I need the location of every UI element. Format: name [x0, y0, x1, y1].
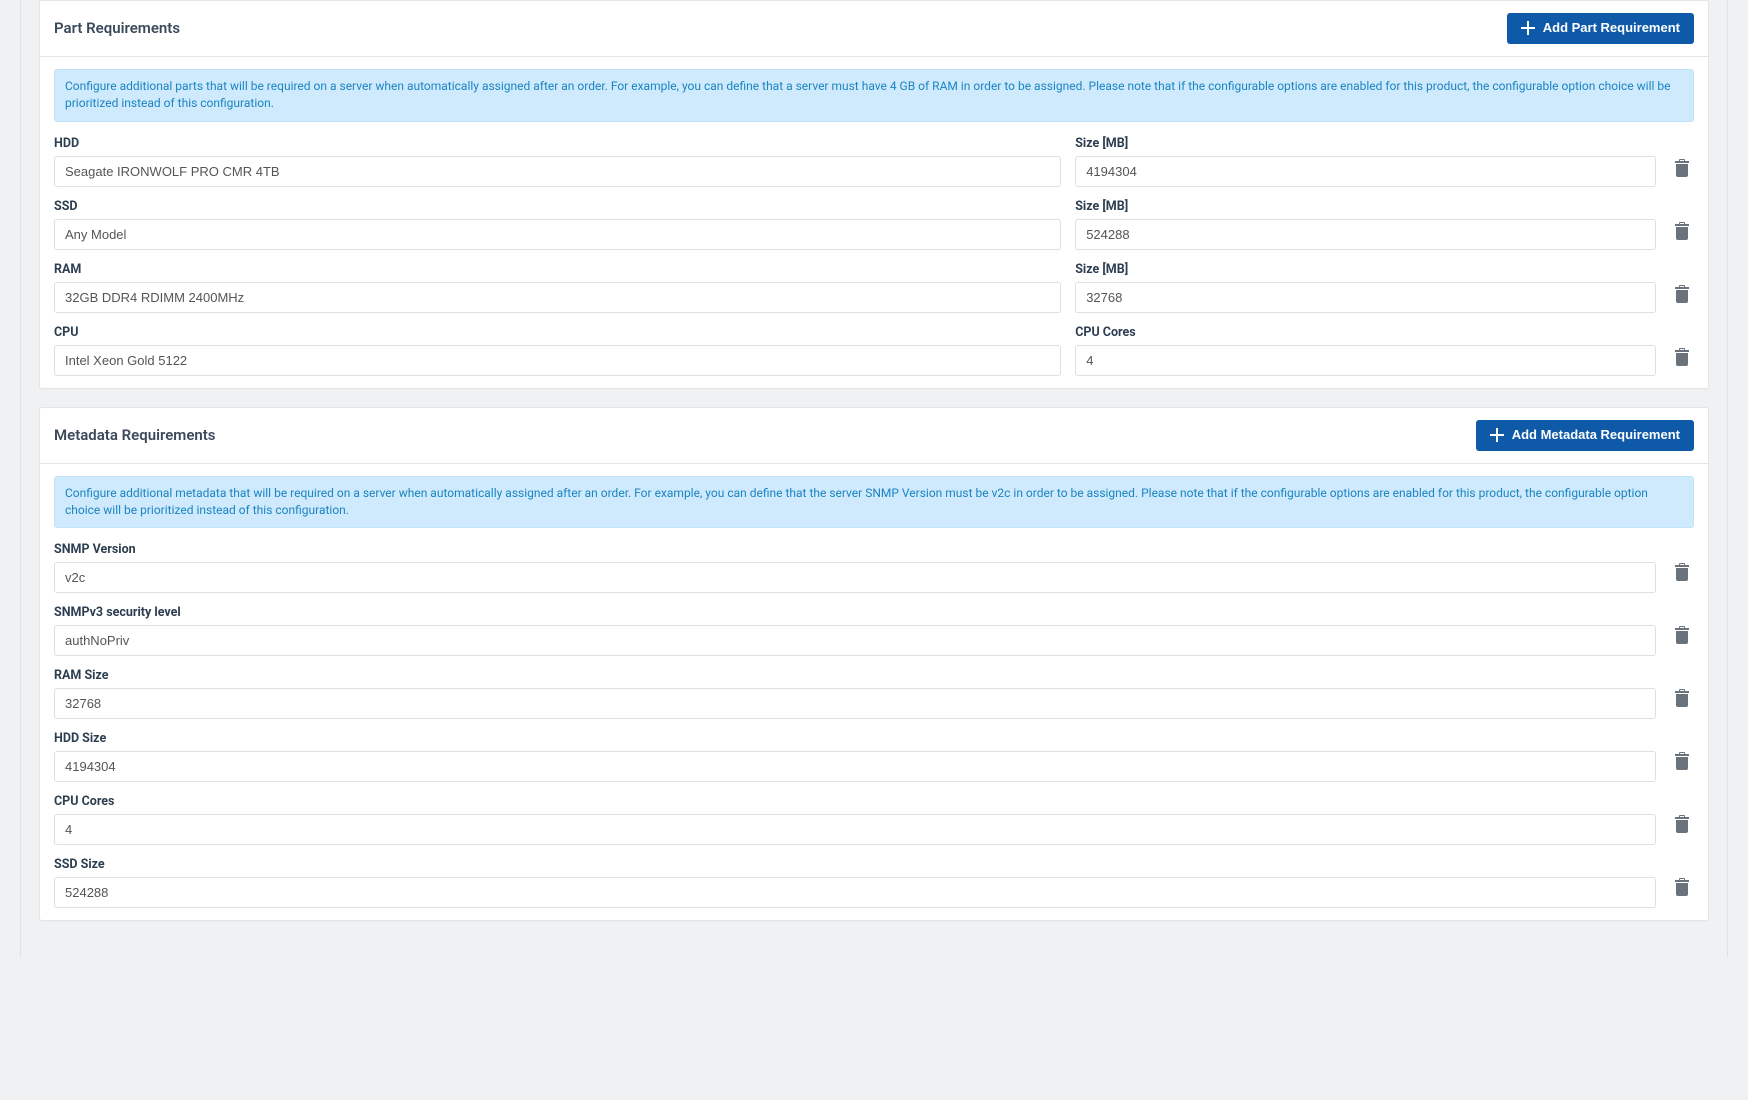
part-size-label: Size [MB]	[1075, 199, 1656, 214]
delete-metadata-button[interactable]	[1670, 748, 1694, 774]
part-row: SSD Size [MB]	[54, 199, 1694, 250]
trash-icon	[1674, 222, 1690, 240]
part-row: RAM Size [MB]	[54, 262, 1694, 313]
trash-icon	[1674, 285, 1690, 303]
metadata-label: HDD Size	[54, 731, 1656, 746]
metadata-input[interactable]	[54, 562, 1656, 593]
delete-metadata-button[interactable]	[1670, 811, 1694, 837]
metadata-input[interactable]	[54, 625, 1656, 656]
metadata-row: HDD Size	[54, 731, 1694, 782]
metadata-label: SNMPv3 security level	[54, 605, 1656, 620]
metadata-row: SSD Size	[54, 857, 1694, 908]
metadata-input[interactable]	[54, 814, 1656, 845]
part-requirements-panel: Part Requirements Add Part Requirement C…	[39, 0, 1709, 389]
metadata-label: CPU Cores	[54, 794, 1656, 809]
delete-part-button[interactable]	[1670, 218, 1694, 244]
metadata-label: SNMP Version	[54, 542, 1656, 557]
panel-header: Part Requirements Add Part Requirement	[40, 1, 1708, 57]
part-type-label: SSD	[54, 199, 1061, 214]
delete-part-button[interactable]	[1670, 281, 1694, 307]
metadata-requirements-panel: Metadata Requirements Add Metadata Requi…	[39, 407, 1709, 922]
metadata-row: RAM Size	[54, 668, 1694, 719]
part-type-label: HDD	[54, 136, 1061, 151]
part-info-box: Configure additional parts that will be …	[54, 69, 1694, 122]
metadata-row: CPU Cores	[54, 794, 1694, 845]
delete-metadata-button[interactable]	[1670, 874, 1694, 900]
delete-part-button[interactable]	[1670, 155, 1694, 181]
info-text: Configure additional parts that will be …	[65, 79, 1089, 93]
part-size-label: Size [MB]	[1075, 136, 1656, 151]
delete-metadata-button[interactable]	[1670, 685, 1694, 711]
trash-icon	[1674, 689, 1690, 707]
part-size-label: CPU Cores	[1075, 325, 1656, 340]
delete-part-button[interactable]	[1670, 344, 1694, 370]
metadata-input[interactable]	[54, 688, 1656, 719]
panel-title: Metadata Requirements	[54, 426, 216, 444]
add-metadata-requirement-button[interactable]: Add Metadata Requirement	[1476, 420, 1694, 451]
trash-icon	[1674, 815, 1690, 833]
metadata-input[interactable]	[54, 877, 1656, 908]
trash-icon	[1674, 626, 1690, 644]
delete-metadata-button[interactable]	[1670, 559, 1694, 585]
metadata-label: RAM Size	[54, 668, 1656, 683]
part-type-input[interactable]	[54, 345, 1061, 376]
part-type-input[interactable]	[54, 156, 1061, 187]
plus-icon	[1490, 428, 1504, 442]
metadata-row: SNMP Version	[54, 542, 1694, 593]
delete-metadata-button[interactable]	[1670, 622, 1694, 648]
part-row: CPU CPU Cores	[54, 325, 1694, 376]
metadata-row: SNMPv3 security level	[54, 605, 1694, 656]
trash-icon	[1674, 563, 1690, 581]
part-size-input[interactable]	[1075, 345, 1656, 376]
panel-title: Part Requirements	[54, 19, 180, 37]
button-label: Add Part Requirement	[1543, 20, 1680, 37]
part-size-input[interactable]	[1075, 156, 1656, 187]
part-type-input[interactable]	[54, 282, 1061, 313]
panel-header: Metadata Requirements Add Metadata Requi…	[40, 408, 1708, 464]
plus-icon	[1521, 21, 1535, 35]
trash-icon	[1674, 752, 1690, 770]
metadata-label: SSD Size	[54, 857, 1656, 872]
part-size-label: Size [MB]	[1075, 262, 1656, 277]
part-row: HDD Size [MB]	[54, 136, 1694, 187]
part-type-label: CPU	[54, 325, 1061, 340]
trash-icon	[1674, 878, 1690, 896]
part-size-input[interactable]	[1075, 219, 1656, 250]
add-part-requirement-button[interactable]: Add Part Requirement	[1507, 13, 1694, 44]
trash-icon	[1674, 159, 1690, 177]
part-type-input[interactable]	[54, 219, 1061, 250]
metadata-info-box: Configure additional metadata that will …	[54, 476, 1694, 529]
part-type-label: RAM	[54, 262, 1061, 277]
trash-icon	[1674, 348, 1690, 366]
metadata-input[interactable]	[54, 751, 1656, 782]
button-label: Add Metadata Requirement	[1512, 427, 1680, 444]
info-text: Configure additional metadata that will …	[65, 486, 1141, 500]
part-size-input[interactable]	[1075, 282, 1656, 313]
